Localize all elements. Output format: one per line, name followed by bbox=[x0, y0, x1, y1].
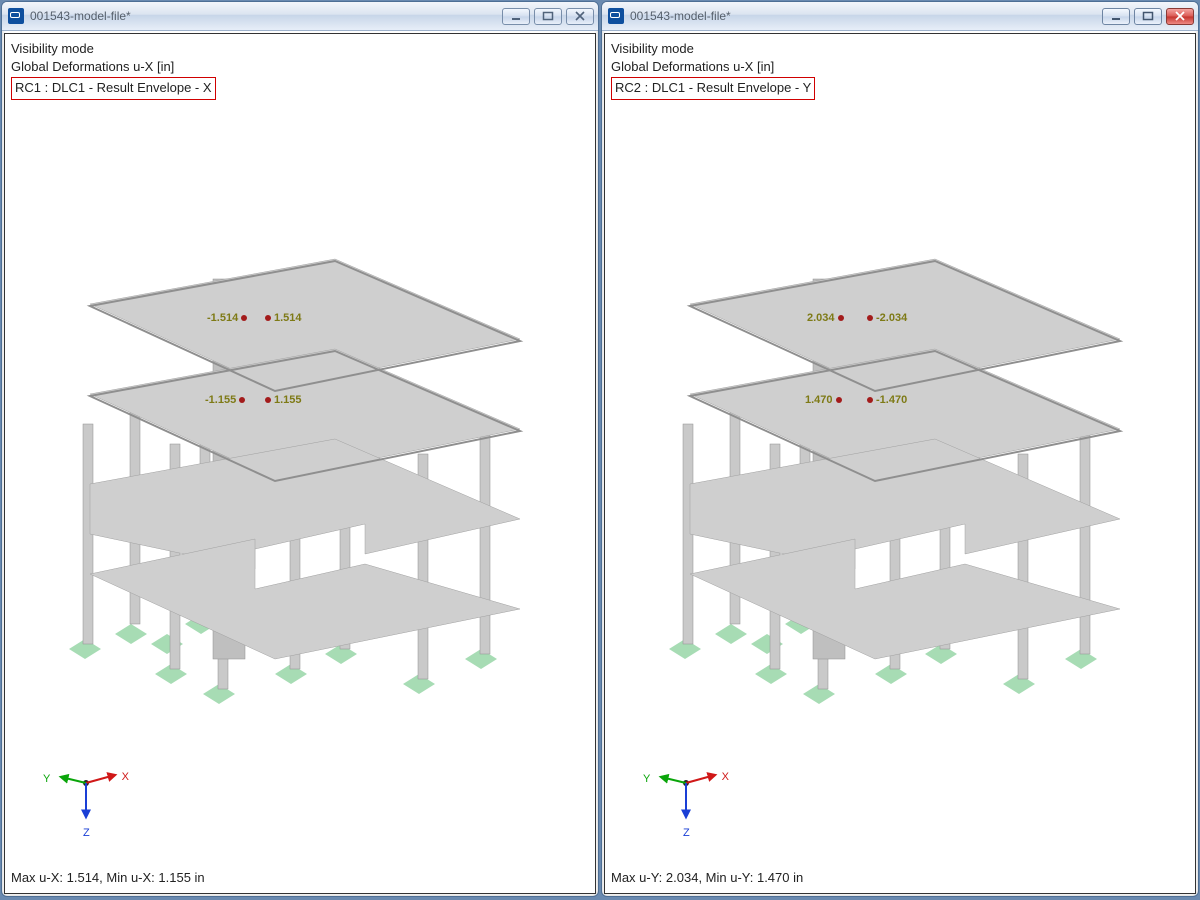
value-label: 1.514 bbox=[274, 312, 302, 324]
minimize-icon bbox=[510, 11, 522, 21]
viewport-info-right: Visibility mode Global Deformations u-X … bbox=[611, 40, 815, 100]
value-node-top-right: -2.034 bbox=[867, 312, 907, 324]
app-icon bbox=[8, 8, 24, 24]
axis-z-label: Z bbox=[83, 827, 90, 839]
node-dot-icon bbox=[867, 397, 873, 403]
node-dot-icon bbox=[241, 315, 247, 321]
value-node-mid-right: -1.470 bbox=[867, 394, 907, 406]
visibility-mode-label: Visibility mode bbox=[611, 40, 815, 58]
summary-text: Max u-X: 1.514, Min u-X: 1.155 in bbox=[11, 870, 205, 885]
result-combination-label: RC2 : DLC1 - Result Envelope - Y bbox=[611, 77, 815, 100]
value-node-top-right: 1.514 bbox=[265, 312, 302, 324]
axis-triad: X Y Z bbox=[649, 759, 723, 833]
value-label: -1.155 bbox=[205, 394, 236, 406]
viewport-right: 001543-model-file* Visibility mode Globa… bbox=[601, 1, 1199, 897]
axis-x-label: X bbox=[722, 771, 729, 783]
value-label: 1.155 bbox=[274, 394, 302, 406]
axis-x-label: X bbox=[122, 771, 129, 783]
value-node-mid-right: 1.155 bbox=[265, 394, 302, 406]
summary-text: Max u-Y: 2.034, Min u-Y: 1.470 in bbox=[611, 870, 803, 885]
axis-z-label: Z bbox=[683, 827, 690, 839]
node-dot-icon bbox=[265, 397, 271, 403]
close-button[interactable] bbox=[566, 8, 594, 25]
structural-model-svg bbox=[5, 194, 595, 734]
value-label: -1.514 bbox=[207, 312, 238, 324]
viewport-left: 001543-model-file* Visibility mode Globa… bbox=[1, 1, 599, 897]
axis-triad-svg bbox=[649, 759, 723, 833]
node-dot-icon bbox=[836, 397, 842, 403]
minimize-button[interactable] bbox=[502, 8, 530, 25]
window-buttons bbox=[1102, 8, 1194, 25]
minimize-icon bbox=[1110, 11, 1122, 21]
summary-right: Max u-Y: 2.034, Min u-Y: 1.470 in bbox=[611, 870, 803, 885]
titlebar-right[interactable]: 001543-model-file* bbox=[602, 2, 1198, 31]
value-label: 2.034 bbox=[807, 312, 835, 324]
axis-triad-svg bbox=[49, 759, 123, 833]
viewport-content-right[interactable]: Visibility mode Global Deformations u-X … bbox=[604, 33, 1196, 894]
window-title: 001543-model-file* bbox=[630, 9, 1096, 23]
value-node-top-left: -1.514 bbox=[207, 312, 247, 324]
deformation-label: Global Deformations u-X [in] bbox=[611, 58, 815, 76]
node-dot-icon bbox=[838, 315, 844, 321]
titlebar-left[interactable]: 001543-model-file* bbox=[2, 2, 598, 31]
model-3d-right[interactable]: 2.034 -2.034 1.470 -1.470 bbox=[605, 194, 1195, 734]
maximize-button[interactable] bbox=[534, 8, 562, 25]
value-label: -2.034 bbox=[876, 312, 907, 324]
maximize-button[interactable] bbox=[1134, 8, 1162, 25]
value-label: -1.470 bbox=[876, 394, 907, 406]
viewport-content-left[interactable]: Visibility mode Global Deformations u-X … bbox=[4, 33, 596, 894]
value-node-mid-left: -1.155 bbox=[205, 394, 245, 406]
value-label: 1.470 bbox=[805, 394, 833, 406]
node-dot-icon bbox=[265, 315, 271, 321]
visibility-mode-label: Visibility mode bbox=[11, 40, 216, 58]
result-combination-label: RC1 : DLC1 - Result Envelope - X bbox=[11, 77, 216, 100]
axis-y-label: Y bbox=[643, 773, 650, 785]
app-icon bbox=[608, 8, 624, 24]
model-3d-left[interactable]: -1.514 1.514 -1.155 1.155 bbox=[5, 194, 595, 734]
maximize-icon bbox=[542, 11, 554, 21]
maximize-icon bbox=[1142, 11, 1154, 21]
viewport-info-left: Visibility mode Global Deformations u-X … bbox=[11, 40, 216, 100]
minimize-button[interactable] bbox=[1102, 8, 1130, 25]
node-dot-icon bbox=[239, 397, 245, 403]
window-buttons bbox=[502, 8, 594, 25]
close-button[interactable] bbox=[1166, 8, 1194, 25]
app-container: 001543-model-file* Visibility mode Globa… bbox=[0, 0, 1200, 898]
node-dot-icon bbox=[867, 315, 873, 321]
axis-triad: X Y Z bbox=[49, 759, 123, 833]
deformation-label: Global Deformations u-X [in] bbox=[11, 58, 216, 76]
summary-left: Max u-X: 1.514, Min u-X: 1.155 in bbox=[11, 870, 205, 885]
window-title: 001543-model-file* bbox=[30, 9, 496, 23]
close-icon bbox=[1174, 11, 1186, 21]
value-node-mid-left: 1.470 bbox=[805, 394, 842, 406]
structural-model-svg bbox=[605, 194, 1195, 734]
axis-y-label: Y bbox=[43, 773, 50, 785]
close-icon bbox=[574, 11, 586, 21]
value-node-top-left: 2.034 bbox=[807, 312, 844, 324]
